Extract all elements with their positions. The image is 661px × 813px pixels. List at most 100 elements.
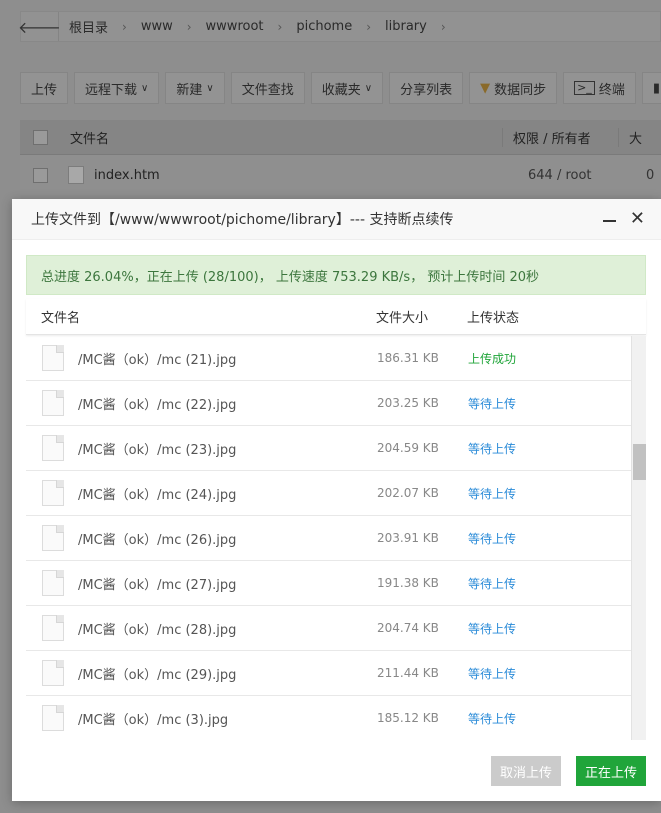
file-size: 0: [646, 167, 655, 183]
file-icon: [42, 525, 64, 551]
close-icon[interactable]: ✕: [630, 210, 645, 228]
file-icon: [42, 345, 64, 371]
uploading-button[interactable]: 正在上传: [576, 756, 646, 786]
chevron-right-icon: ›: [277, 19, 283, 34]
upload-file-size: 202.07 KB: [377, 486, 439, 500]
column-upload-status: 上传状态: [467, 311, 520, 326]
row-checkbox[interactable]: [33, 167, 48, 183]
upload-file-size: 204.59 KB: [377, 441, 439, 455]
column-name[interactable]: 文件名: [70, 128, 502, 147]
column-file-size: 文件大小: [376, 311, 429, 326]
upload-file-size: 186.31 KB: [377, 351, 439, 365]
file-name[interactable]: index.htm: [94, 168, 520, 183]
share-list-button[interactable]: 分享列表: [389, 72, 464, 104]
chevron-down-icon: ∨: [206, 82, 214, 94]
chevron-down-icon: ∨: [364, 82, 373, 94]
upload-status: 等待上传: [468, 486, 517, 501]
list-item: /MC酱（ok）/mc (29).jpg 211.44 KB 等待上传: [26, 651, 646, 696]
minimize-icon[interactable]: [602, 220, 616, 222]
terminal-icon: >_: [574, 81, 595, 95]
list-item: /MC酱（ok）/mc (27).jpg 191.38 KB 等待上传: [26, 561, 646, 606]
upload-status: 等待上传: [468, 531, 517, 546]
upload-file-size: 185.12 KB: [377, 711, 439, 725]
more-button[interactable]: ▮/: [641, 72, 661, 104]
chevron-right-icon: ›: [440, 19, 446, 34]
terminal-button[interactable]: >_ 终端: [563, 72, 636, 104]
upload-file-name: /MC酱（ok）/mc (24).jpg: [78, 487, 237, 503]
remote-download-button[interactable]: 远程下载 ∨: [74, 72, 160, 104]
breadcrumb-root[interactable]: 根目录 ›: [69, 17, 141, 37]
list-item: /MC酱（ok）/mc (23).jpg 204.59 KB 等待上传: [26, 426, 646, 471]
list-item: /MC酱（ok）/mc (28).jpg 204.74 KB 等待上传: [26, 606, 646, 651]
arrow-left-icon: 🡐: [18, 17, 61, 37]
table-row[interactable]: index.htm 644 / root 0: [20, 155, 661, 195]
upload-status: 等待上传: [468, 576, 517, 591]
file-icon: [42, 390, 64, 416]
upload-file-name: /MC酱（ok）/mc (28).jpg: [78, 622, 237, 638]
breadcrumb-pichome[interactable]: pichome ›: [296, 19, 385, 34]
list-item: /MC酱（ok）/mc (3).jpg 185.12 KB 等待上传: [26, 696, 646, 740]
dialog-header: 上传文件到【/www/wwwroot/pichome/library】--- 支…: [12, 199, 661, 240]
disk-icon: ▮: [652, 80, 660, 96]
upload-status: 等待上传: [468, 396, 517, 411]
chevron-right-icon: ›: [186, 19, 192, 34]
scrollbar-thumb[interactable]: [633, 444, 646, 480]
diamond-icon: ▼: [480, 80, 491, 96]
upload-list-scrollbar[interactable]: [631, 336, 646, 740]
file-icon: [42, 435, 64, 461]
upload-file-name: /MC酱（ok）/mc (29).jpg: [78, 667, 237, 683]
cancel-upload-button[interactable]: 取消上传: [491, 756, 561, 786]
column-file-name: 文件名: [41, 311, 81, 326]
file-table-header: 文件名 权限 / 所有者 大: [20, 120, 661, 155]
breadcrumb-wwwroot[interactable]: wwwroot ›: [206, 19, 297, 34]
dialog-title: 上传文件到【/www/wwwroot/pichome/library】--- 支…: [31, 212, 454, 228]
upload-file-name: /MC酱（ok）/mc (3).jpg: [78, 712, 229, 728]
new-button[interactable]: 新建 ∨: [165, 72, 225, 104]
upload-file-size: 211.44 KB: [377, 666, 439, 680]
upload-file-name: /MC酱（ok）/mc (21).jpg: [78, 352, 237, 368]
file-perm: 644 / root: [528, 167, 592, 183]
column-perm[interactable]: 权限 / 所有者: [502, 127, 618, 147]
chevron-right-icon: ›: [366, 19, 372, 34]
upload-dialog: 上传文件到【/www/wwwroot/pichome/library】--- 支…: [12, 199, 661, 801]
data-sync-button[interactable]: ▼ 数据同步: [469, 72, 558, 104]
upload-file-name: /MC酱（ok）/mc (26).jpg: [78, 532, 237, 548]
breadcrumb-library[interactable]: library ›: [385, 19, 460, 34]
upload-file-size: 204.74 KB: [377, 621, 439, 635]
upload-status: 等待上传: [468, 621, 517, 636]
file-icon: [42, 705, 64, 731]
list-item: /MC酱（ok）/mc (26).jpg 203.91 KB 等待上传: [26, 516, 646, 561]
select-all-checkbox[interactable]: [33, 129, 48, 145]
column-size[interactable]: 大: [618, 127, 642, 147]
file-icon: [42, 660, 64, 686]
upload-file-size: 191.38 KB: [377, 576, 439, 590]
upload-list[interactable]: /MC酱（ok）/mc (21).jpg 186.31 KB 上传成功/MC酱（ok…: [26, 336, 646, 740]
toolbar: 上传 远程下载 ∨ 新建 ∨ 文件查找 收藏夹 ∨ 分享列表 ▼ 数据同步 >_ 终端 ▮…: [20, 72, 661, 104]
upload-file-name: /MC酱（ok）/mc (27).jpg: [78, 577, 237, 593]
upload-file-size: 203.91 KB: [377, 531, 439, 545]
list-item: /MC酱（ok）/mc (21).jpg 186.31 KB 上传成功: [26, 336, 646, 381]
dialog-footer: 取消上传 正在上传: [12, 747, 661, 801]
path-bar: 🡐 根目录 › www › wwwroot › pichome › library ›: [18, 11, 661, 42]
upload-list-header: 文件名 文件大小 上传状态: [26, 299, 646, 335]
file-icon: [68, 166, 84, 184]
chevron-down-icon: ∨: [141, 82, 149, 94]
upload-button[interactable]: 上传: [20, 72, 69, 104]
file-icon: [42, 480, 64, 506]
favorites-button[interactable]: 收藏夹 ∨: [310, 72, 384, 104]
file-icon: [42, 615, 64, 641]
file-search-button[interactable]: 文件查找: [230, 72, 305, 104]
upload-file-name: /MC酱（ok）/mc (23).jpg: [78, 442, 237, 458]
upload-status: 等待上传: [468, 666, 517, 681]
file-icon: [42, 570, 64, 596]
breadcrumb-www[interactable]: www ›: [141, 19, 206, 34]
chevron-right-icon: ›: [122, 19, 127, 34]
upload-status: 等待上传: [468, 441, 517, 456]
upload-status: 等待上传: [468, 711, 517, 726]
upload-progress-summary: 总进度 26.04%，正在上传 (28/100)， 上传速度 753.29 KB…: [26, 255, 646, 295]
upload-file-size: 203.25 KB: [377, 396, 439, 410]
upload-status: 上传成功: [468, 351, 517, 366]
list-item: /MC酱（ok）/mc (24).jpg 202.07 KB 等待上传: [26, 471, 646, 516]
upload-file-name: /MC酱（ok）/mc (22).jpg: [78, 397, 237, 413]
back-button[interactable]: 🡐: [18, 12, 61, 41]
